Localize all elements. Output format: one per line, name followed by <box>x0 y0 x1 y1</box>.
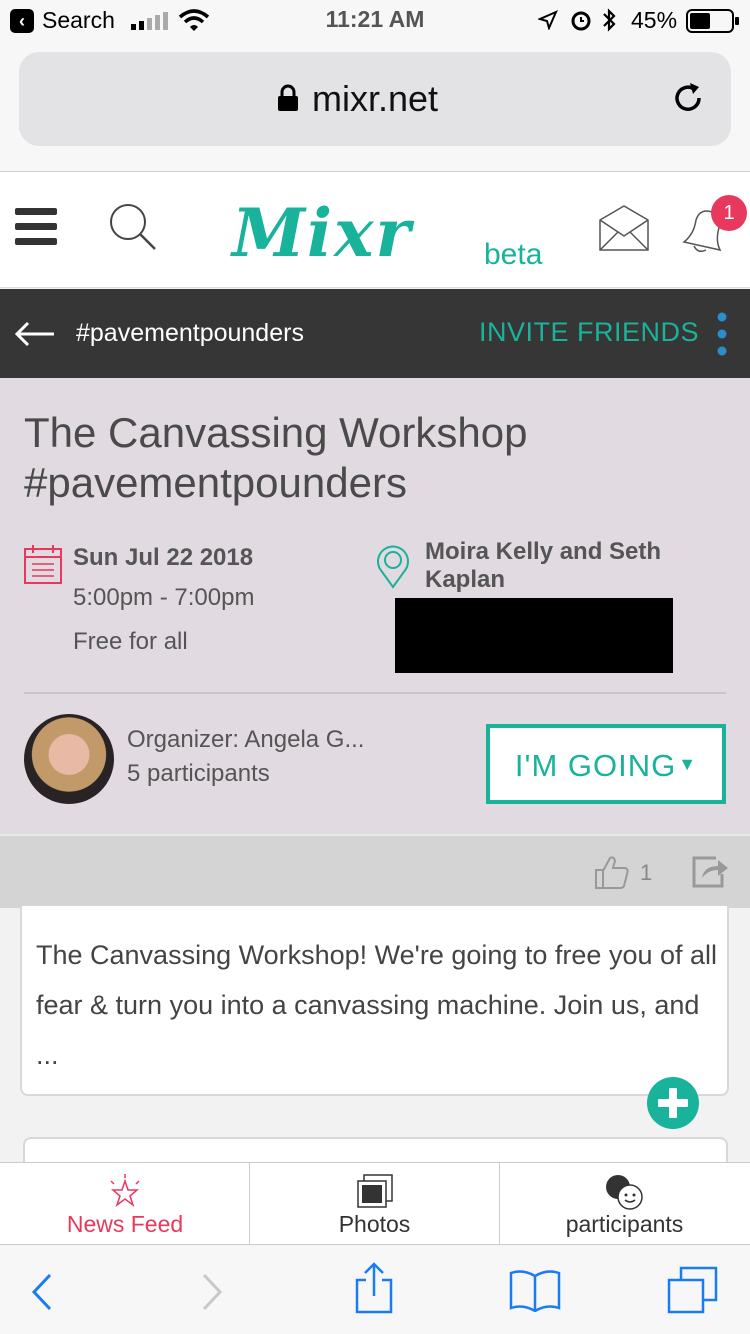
reload-icon[interactable] <box>671 80 707 116</box>
alarm-icon <box>571 11 591 31</box>
more-options-icon[interactable] <box>716 311 728 357</box>
location-arrow-icon <box>538 10 558 30</box>
browser-back-icon[interactable] <box>30 1272 54 1312</box>
group-tag[interactable]: #pavementpounders <box>76 319 304 348</box>
back-arrow-icon[interactable] <box>14 321 56 347</box>
divider <box>24 692 726 694</box>
expand-plus-icon[interactable] <box>647 1077 699 1129</box>
calendar-icon <box>24 545 62 584</box>
bluetooth-icon <box>603 8 616 32</box>
participants-count[interactable]: 5 participants <box>127 760 270 788</box>
tab-photos[interactable]: Photos <box>249 1163 499 1245</box>
search-icon[interactable] <box>108 202 158 252</box>
battery-icon <box>686 9 739 33</box>
organizer-avatar[interactable] <box>24 714 114 804</box>
im-going-button[interactable]: I'M GOING ▼ <box>486 724 726 804</box>
hamburger-menu-icon[interactable] <box>15 208 57 246</box>
invite-friends-link[interactable]: INVITE FRIENDS <box>479 317 699 348</box>
app-header: Mixr beta <box>0 172 750 288</box>
bottom-tabs: News Feed Photos participants <box>0 1162 750 1245</box>
beta-label: beta <box>484 238 543 271</box>
post-actions-bar: 1 <box>0 834 750 908</box>
tabs-overview-icon[interactable] <box>666 1266 720 1314</box>
bookmarks-icon[interactable] <box>508 1268 562 1312</box>
mixr-logo[interactable]: Mixr <box>232 194 412 272</box>
event-date: Sun Jul 22 2018 <box>73 544 254 571</box>
location-pin-icon <box>377 545 409 589</box>
browser-chrome: mixr.net <box>0 40 750 172</box>
tab-news-feed-label: News Feed <box>66 1211 184 1237</box>
url-text[interactable]: mixr.net <box>19 78 731 120</box>
photos-icon <box>357 1174 393 1208</box>
participants-icon <box>606 1175 643 1210</box>
group-nav-bar: #pavementpounders INVITE FRIENDS <box>0 289 750 378</box>
browser-forward-icon[interactable] <box>200 1272 224 1312</box>
tab-photos-label: Photos <box>338 1211 411 1237</box>
event-title: The Canvassing Workshop #pavementpounder… <box>24 409 528 506</box>
star-icon <box>110 1174 140 1208</box>
tab-news-feed[interactable]: News Feed <box>0 1163 250 1245</box>
organizer-name[interactable]: Organizer: Angela G... <box>127 726 364 754</box>
share-icon[interactable] <box>690 854 730 890</box>
messages-envelope-icon[interactable] <box>598 204 650 252</box>
event-location[interactable]: Moira Kelly and Seth Kaplan <box>425 538 725 594</box>
share-sheet-icon[interactable] <box>354 1262 394 1314</box>
event-time: 5:00pm - 7:00pm <box>73 584 255 611</box>
address-bar[interactable]: mixr.net <box>19 52 731 146</box>
tab-participants[interactable]: participants <box>499 1163 749 1245</box>
battery-percent: 45% <box>631 7 678 33</box>
like-count: 1 <box>640 860 653 885</box>
notification-count-badge[interactable]: 1 <box>711 195 747 231</box>
dropdown-caret-icon: ▼ <box>678 754 698 774</box>
thumbs-up-icon[interactable] <box>594 854 630 890</box>
event-description: The Canvassing Workshop! We're going to … <box>36 940 718 1070</box>
event-description-card: The Canvassing Workshop! We're going to … <box>20 906 729 1096</box>
event-price: Free for all <box>73 628 188 655</box>
status-bar: ‹ Search 11:21 AM 45% <box>0 0 750 40</box>
im-going-label: I'M GOING <box>514 748 677 783</box>
redacted-address <box>395 598 673 673</box>
browser-toolbar <box>0 1246 750 1334</box>
event-card: The Canvassing Workshop #pavementpounder… <box>0 378 750 834</box>
tab-participants-label: participants <box>565 1211 684 1237</box>
